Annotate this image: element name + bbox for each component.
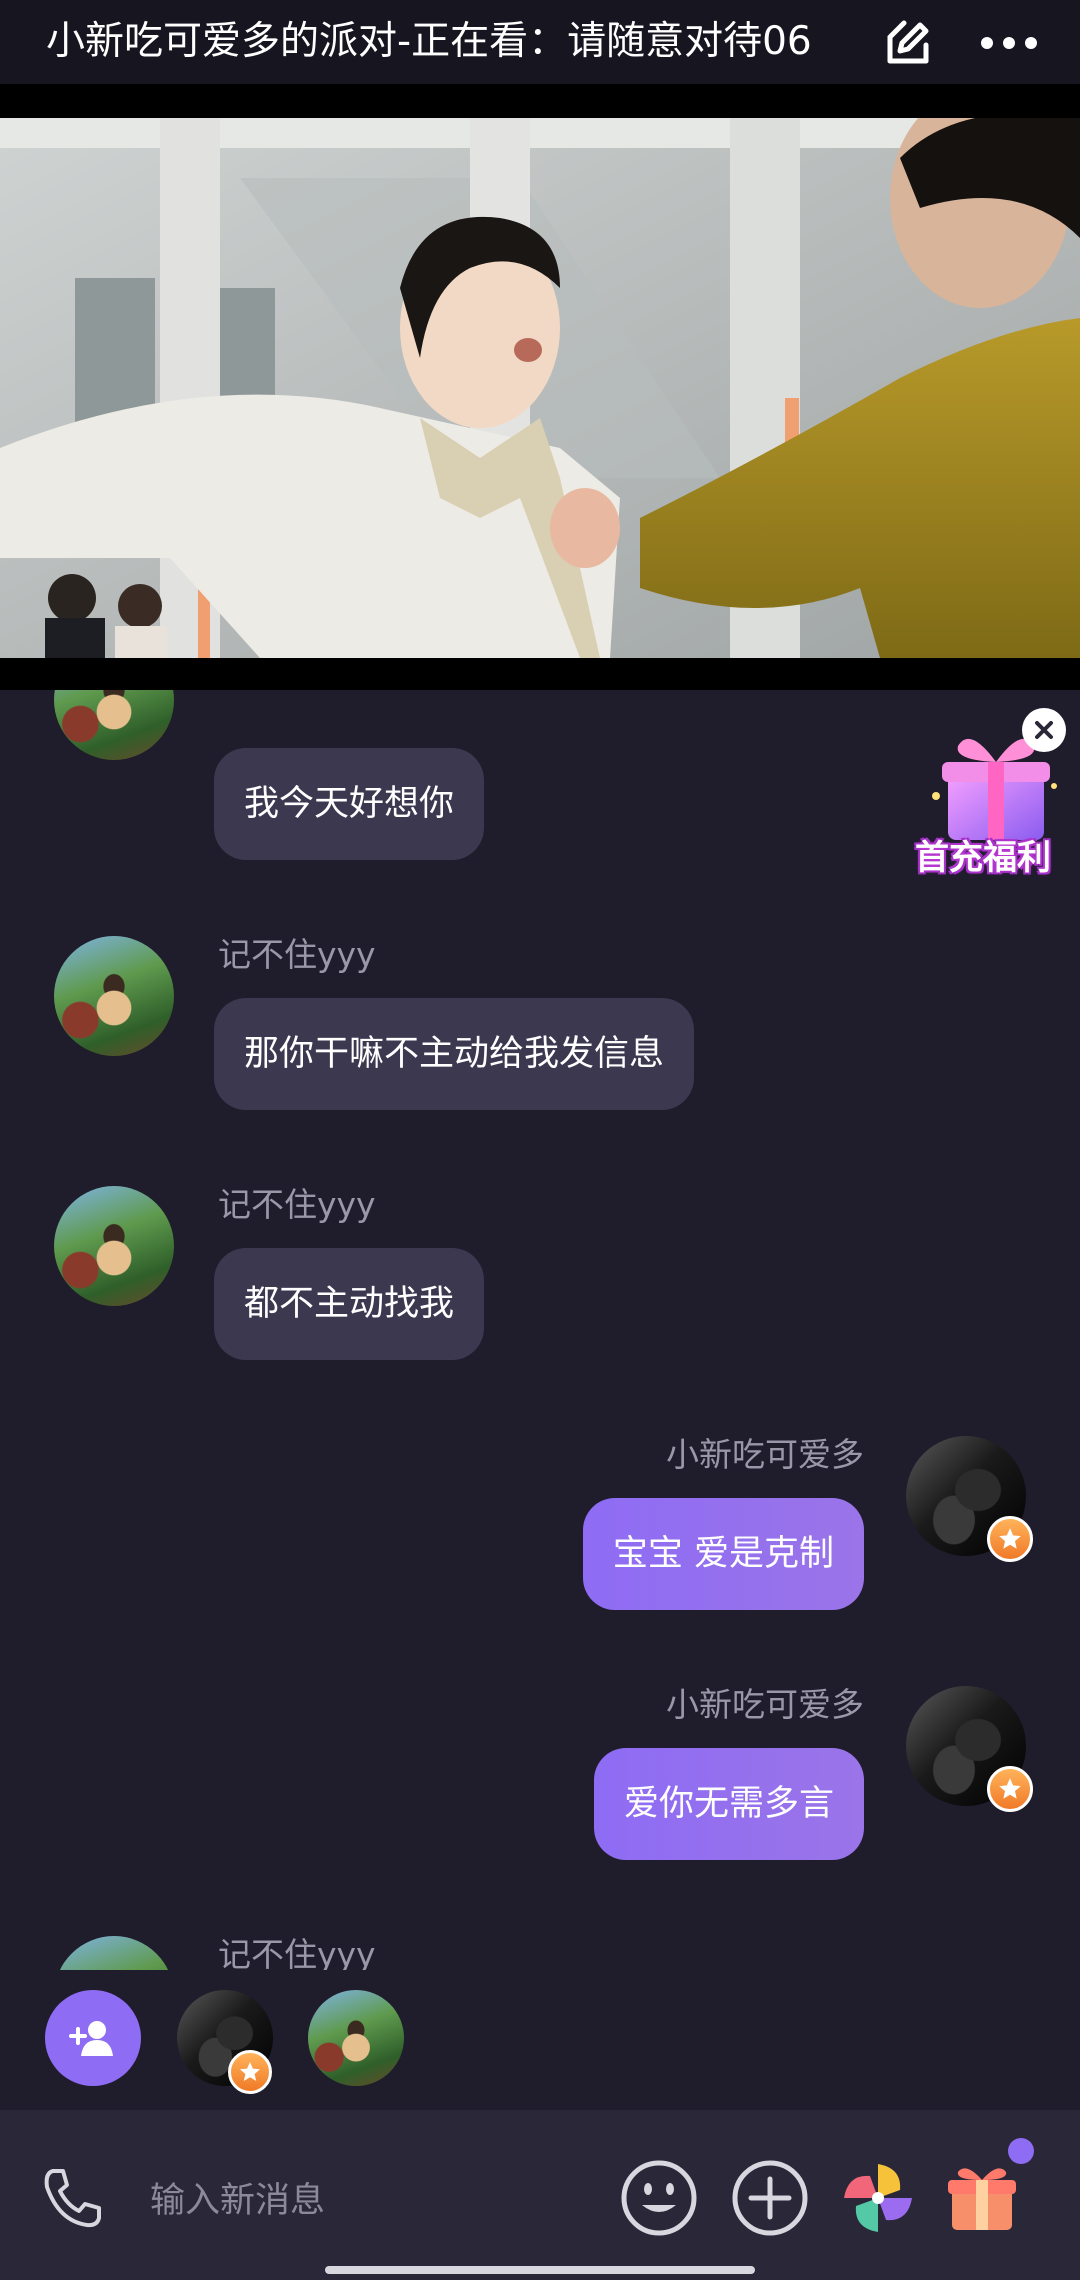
notification-dot (1008, 2138, 1034, 2164)
sender-name: 小新吃可爱多 (666, 1435, 864, 1474)
phone-icon[interactable] (30, 2156, 114, 2240)
message-bubble[interactable]: 爱你无需多言 (593, 1748, 864, 1860)
message-bubble[interactable]: 都不主动找我 (214, 1248, 485, 1360)
close-icon[interactable] (1022, 708, 1066, 752)
more-icon[interactable] (974, 8, 1044, 78)
home-indicator[interactable] (325, 2266, 755, 2274)
avatar[interactable] (54, 1936, 174, 1970)
message-input[interactable]: 输入新消息 (150, 2172, 325, 2223)
message-bubble[interactable]: 那你干嘛不主动给我发信息 (214, 998, 695, 1110)
input-bar: 输入新消息 (0, 2110, 1080, 2280)
sender-name: 小新吃可爱多 (666, 1685, 864, 1724)
top-bar: 小新吃可爱多的派对-正在看：请随意对待06 (0, 0, 1080, 84)
avatar[interactable] (54, 936, 174, 1056)
room-title: 小新吃可爱多的派对-正在看：请随意对待06 (46, 19, 812, 64)
pinwheel-icon[interactable] (836, 2156, 920, 2240)
promo-label: 首充福利 (915, 838, 1051, 878)
star-badge-icon (987, 1766, 1033, 1812)
avatar[interactable] (54, 1186, 174, 1306)
sender-name: 记不住yyy (218, 935, 376, 974)
sender-name: 记不住yyy (218, 1935, 376, 1970)
add-user-icon (69, 2021, 113, 2056)
star-badge-icon (987, 1516, 1033, 1562)
gift-icon[interactable] (940, 2156, 1024, 2240)
member-avatar[interactable] (308, 1990, 404, 2086)
sender-name: 记不住yyy (218, 1185, 376, 1224)
members-row (0, 1970, 1080, 2110)
add-member-button[interactable] (45, 1990, 141, 2086)
emoji-icon[interactable] (617, 2156, 701, 2240)
plus-icon[interactable] (728, 2156, 812, 2240)
video-player[interactable] (0, 84, 1080, 690)
edit-icon[interactable] (873, 8, 943, 78)
first-recharge-promo[interactable]: 首充福利 (910, 708, 1080, 883)
avatar[interactable] (54, 690, 174, 760)
message-bubble[interactable]: 宝宝 爱是克制 (582, 1498, 864, 1610)
video-frame (0, 118, 1080, 658)
message-bubble[interactable]: 我今天好想你 (214, 748, 485, 860)
star-badge-icon (228, 2050, 272, 2094)
